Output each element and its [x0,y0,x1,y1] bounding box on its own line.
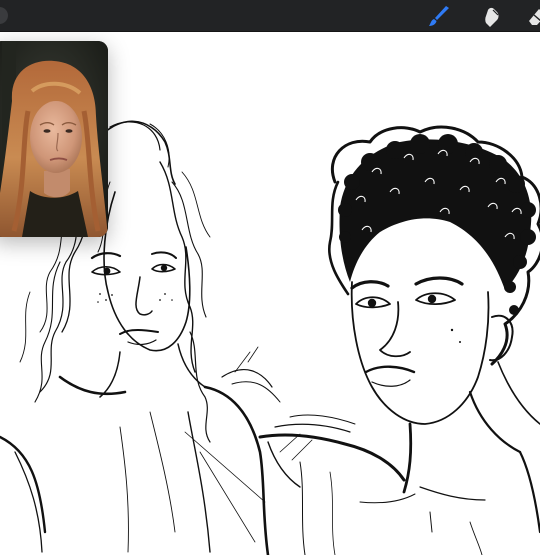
reference-window[interactable] [0,41,108,237]
smudge-tool-button[interactable] [477,3,503,29]
eraser-tool-button[interactable] [525,3,540,29]
brush-icon [426,3,452,29]
top-toolbar [0,0,540,32]
eraser-icon [525,3,540,29]
reference-photo [0,41,108,237]
drawing-app [0,0,540,555]
smudge-icon [477,3,503,29]
modify-button[interactable] [0,7,8,24]
brush-tool-button[interactable] [426,3,452,29]
